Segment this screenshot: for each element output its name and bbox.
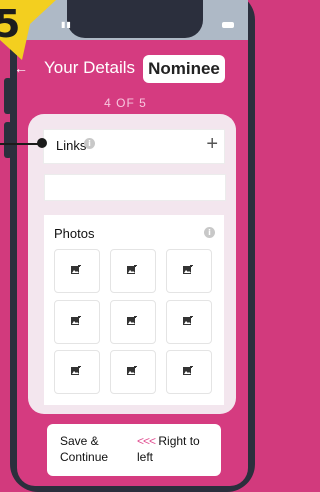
rtl-arrows-icon: <<< — [137, 434, 156, 448]
rtl-line1: Right to — [158, 434, 200, 448]
add-photo-icon — [127, 265, 137, 274]
photo-slot[interactable] — [166, 300, 212, 344]
photo-slot[interactable] — [110, 300, 156, 344]
photo-slot[interactable] — [110, 350, 156, 394]
step-badge-number: 5 — [0, 2, 21, 46]
save-continue-line2: Continue — [60, 450, 109, 464]
photos-section: Photos i — [44, 215, 224, 405]
add-photo-icon — [183, 366, 193, 375]
photo-slot[interactable] — [54, 249, 100, 293]
photos-title: Photos — [54, 226, 95, 241]
step-indicator: 4 OF 5 — [104, 96, 147, 110]
photo-slot[interactable] — [110, 249, 156, 293]
links-label: Links — [56, 138, 87, 153]
photo-slot[interactable] — [54, 350, 100, 394]
photo-slot[interactable] — [54, 300, 100, 344]
add-photo-icon — [127, 316, 137, 325]
arrow-left-icon[interactable]: ← — [14, 60, 28, 76]
save-continue-line1: Save & — [60, 434, 99, 448]
bottom-action-bar: Save & Continue <<< Right to left — [47, 424, 221, 476]
photo-slot[interactable] — [166, 350, 212, 394]
add-link-icon[interactable]: + — [206, 132, 218, 156]
page-title: Your Details — [44, 58, 136, 77]
save-continue-button[interactable]: Save & Continue — [60, 433, 108, 465]
add-photo-icon — [127, 366, 137, 375]
header: ← Your Details Nominee — [0, 50, 251, 90]
link-input[interactable] — [44, 174, 226, 201]
phone-notch — [67, 0, 203, 38]
add-photo-icon — [71, 265, 81, 274]
rtl-line2: left — [137, 450, 154, 464]
battery-icon — [222, 22, 234, 28]
add-photo-icon — [183, 265, 193, 274]
add-photo-icon — [183, 316, 193, 325]
add-photo-icon — [71, 366, 81, 375]
photos-info-icon[interactable]: i — [204, 227, 215, 238]
nominee-button[interactable]: Nominee — [143, 55, 225, 83]
add-photo-icon — [71, 316, 81, 325]
signal-icon: ▮▮ — [61, 20, 72, 29]
right-to-left-button[interactable]: <<< Right to left — [137, 433, 200, 465]
links-info-icon[interactable]: i — [84, 138, 95, 149]
photo-slot[interactable] — [166, 249, 212, 293]
callout-pointer-dot — [37, 138, 47, 148]
links-row[interactable]: Links i + — [43, 129, 225, 164]
